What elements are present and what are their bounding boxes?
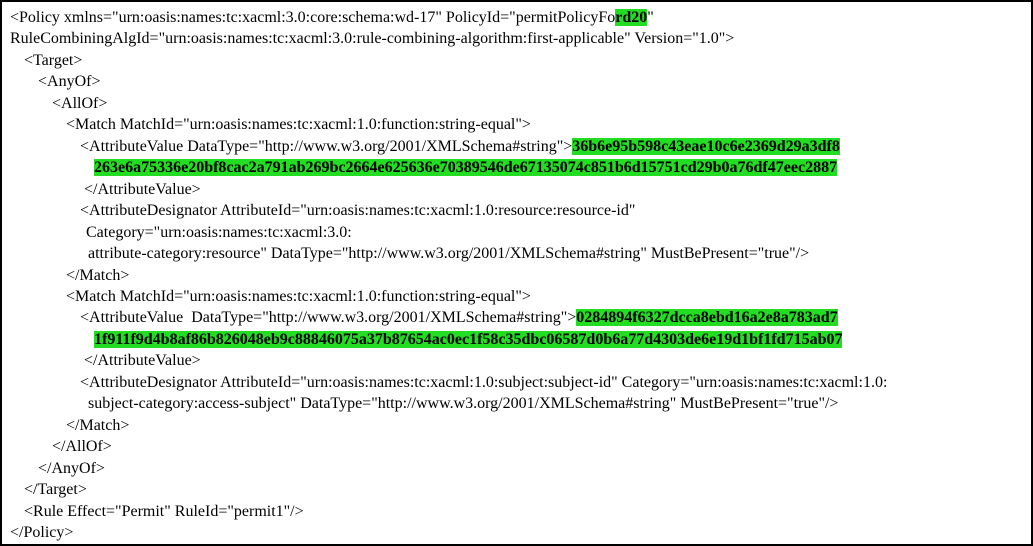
code-line: </Target> xyxy=(24,479,87,500)
code-text: </AttributeValue> xyxy=(84,352,201,369)
code-line: subject-category:access-subject" DataTyp… xyxy=(88,393,838,414)
code-line: </AllOf> xyxy=(52,436,112,457)
code-line: 263e6a75336e20bf8cac2a791ab269bc2664e625… xyxy=(94,157,838,178)
code-line: </Policy> xyxy=(10,522,73,543)
code-text: Category="urn:oasis:names:tc:xacml:3.0: xyxy=(86,224,352,241)
code-text: <AnyOf> xyxy=(38,73,101,90)
code-line: RuleCombiningAlgId="urn:oasis:names:tc:x… xyxy=(10,28,734,49)
code-line: Category="urn:oasis:names:tc:xacml:3.0: xyxy=(86,222,352,243)
code-line: <AnyOf> xyxy=(38,71,100,92)
code-text: <Rule Effect="Permit" RuleId="permit1"/> xyxy=(24,503,304,520)
highlighted-value: 0284894f6327dcca8ebd16a2e8a783ad7 xyxy=(576,309,838,326)
code-text: </AllOf> xyxy=(52,438,112,455)
code-text: </Target> xyxy=(24,481,87,498)
code-text: " xyxy=(647,9,654,26)
code-line: <AttributeValue DataType="http://www.w3.… xyxy=(80,136,840,157)
highlighted-value: 263e6a75336e20bf8cac2a791ab269bc2664e625… xyxy=(94,159,838,176)
code-line: </AttributeValue> xyxy=(84,179,201,200)
code-text: </AnyOf> xyxy=(38,460,105,477)
code-text: <AllOf> xyxy=(52,95,108,112)
highlighted-value: 1f911f9d4b8af86b826048eb9c88846075a37b87… xyxy=(94,331,843,348)
code-text: <Match MatchId="urn:oasis:names:tc:xacml… xyxy=(66,288,531,305)
code-text: </AttributeValue> xyxy=(84,181,201,198)
code-line: </AttributeValue> xyxy=(84,350,201,371)
highlighted-value: rd20 xyxy=(615,9,648,26)
code-text: attribute-category:resource" DataType="h… xyxy=(88,245,810,262)
code-text: subject-category:access-subject" DataTyp… xyxy=(88,395,839,412)
code-line: attribute-category:resource" DataType="h… xyxy=(88,243,809,264)
code-text: <AttributeValue DataType="http://www.w3.… xyxy=(80,138,573,155)
code-text: </Match> xyxy=(66,417,130,434)
code-text: <Match MatchId="urn:oasis:names:tc:xacml… xyxy=(66,116,531,133)
highlighted-value: 36b6e95b598c43eae10c6e2369d29a3df8 xyxy=(572,138,840,155)
code-text: </Policy> xyxy=(10,524,74,541)
code-line: <AttributeDesignator AttributeId="urn:oa… xyxy=(80,372,887,393)
code-line: </Match> xyxy=(66,415,129,436)
code-text: <AttributeDesignator AttributeId="urn:oa… xyxy=(80,374,888,391)
code-line: <Rule Effect="Permit" RuleId="permit1"/> xyxy=(24,501,304,522)
code-line: <Policy xmlns="urn:oasis:names:tc:xacml:… xyxy=(10,7,654,28)
code-line: <AttributeValue DataType="http://www.w3.… xyxy=(80,307,838,328)
code-line: <Match MatchId="urn:oasis:names:tc:xacml… xyxy=(66,114,531,135)
code-line: <Target> xyxy=(24,50,82,71)
code-text: <Target> xyxy=(24,52,83,69)
code-text: RuleCombiningAlgId="urn:oasis:names:tc:x… xyxy=(10,30,735,47)
code-line: <AttributeDesignator AttributeId="urn:oa… xyxy=(80,200,635,221)
code-text: <AttributeValue DataType="http://www.w3.… xyxy=(80,309,577,326)
xacml-policy-box: <Policy xmlns="urn:oasis:names:tc:xacml:… xyxy=(0,0,1033,546)
code-line: <AllOf> xyxy=(52,93,107,114)
code-text: </Match> xyxy=(66,267,130,284)
code-line: <Match MatchId="urn:oasis:names:tc:xacml… xyxy=(66,286,531,307)
code-text: <AttributeDesignator AttributeId="urn:oa… xyxy=(80,202,636,219)
code-line: 1f911f9d4b8af86b826048eb9c88846075a37b87… xyxy=(94,329,843,350)
code-line: </Match> xyxy=(66,265,129,286)
code-line: </AnyOf> xyxy=(38,458,105,479)
code-text: <Policy xmlns="urn:oasis:names:tc:xacml:… xyxy=(10,9,616,26)
